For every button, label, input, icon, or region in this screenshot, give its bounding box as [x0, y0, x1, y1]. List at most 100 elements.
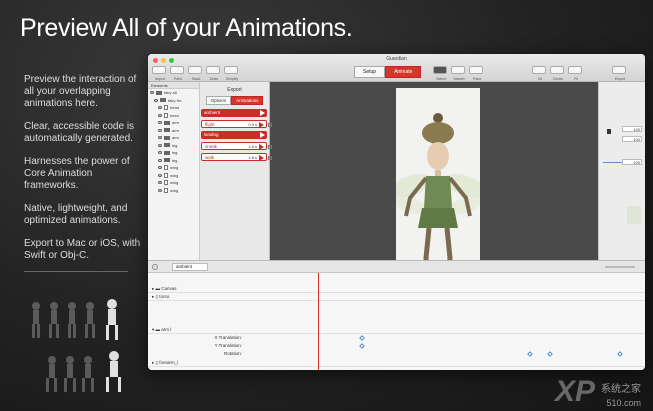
zoom-slider[interactable]	[605, 266, 635, 268]
eye-icon[interactable]	[158, 136, 162, 140]
element-row[interactable]: fairy all	[148, 89, 199, 97]
eye-icon[interactable]	[158, 151, 162, 155]
app-window: Guardian Import Paint Stack Draw Simplif…	[148, 54, 645, 370]
eye-icon[interactable]	[154, 98, 158, 102]
mode-segmented-control: Setup Animate	[354, 66, 422, 78]
play-icon[interactable]	[260, 110, 265, 116]
lock-icon[interactable]	[268, 123, 272, 127]
keyframe-icon[interactable]	[547, 351, 553, 357]
watermark-cn: 系统之家	[601, 384, 641, 395]
toolbar-right: Vd Center Fit Export	[532, 66, 626, 81]
lock-icon[interactable]	[268, 156, 272, 160]
eye-icon[interactable]	[158, 173, 162, 177]
select-tool-button[interactable]: Select	[433, 66, 447, 81]
animation-item[interactable]: walk 1.8 s	[201, 153, 272, 161]
eye-icon[interactable]	[158, 181, 162, 185]
element-row[interactable]: wing	[148, 179, 199, 187]
search-icon[interactable]	[152, 264, 158, 270]
document-icon	[164, 187, 168, 193]
animation-item[interactable]: flight 0.9 s	[201, 120, 272, 128]
timeline-panel: ambient ▸ ▬ Canvas ▸ ▯ torso ▾ ▬ arm l X…	[148, 260, 645, 370]
export-title: Export	[227, 87, 242, 93]
eye-icon[interactable]	[158, 113, 162, 117]
timeline-row[interactable]: ▾ ▬ arm l	[148, 326, 645, 334]
keyframe-icon[interactable]	[617, 351, 623, 357]
draw-button[interactable]: Draw	[206, 66, 220, 81]
export-tabs: Options Animations	[200, 96, 269, 105]
animation-item[interactable]: landing	[201, 131, 267, 139]
feature-item: Clear, accessible code is automatically …	[24, 121, 135, 144]
timeline-header: ambient	[148, 261, 645, 273]
tab-setup[interactable]: Setup	[354, 66, 386, 78]
toolbar-mid: Select Stretch Paint	[433, 66, 483, 81]
tab-animations[interactable]: Animations	[231, 96, 264, 105]
eye-icon[interactable]	[158, 166, 162, 170]
paint-button[interactable]: Paint	[170, 66, 184, 81]
lock-icon[interactable]	[268, 145, 272, 149]
play-icon[interactable]	[259, 122, 264, 128]
play-icon[interactable]	[259, 144, 264, 150]
tab-animate[interactable]: Animate	[385, 66, 422, 78]
eye-icon[interactable]	[158, 106, 162, 110]
headline: Preview All of your Animations.	[20, 14, 353, 42]
watermark-site: 510.com	[606, 398, 641, 408]
element-row[interactable]: arm	[148, 119, 199, 127]
document-icon	[164, 112, 168, 118]
playhead[interactable]	[318, 273, 319, 370]
property-label: X Translation:	[214, 335, 242, 340]
eye-icon[interactable]	[158, 158, 162, 162]
element-row[interactable]: wing	[148, 187, 199, 195]
folder-icon	[164, 135, 170, 140]
element-row[interactable]: wing	[148, 164, 199, 172]
slider-track[interactable]	[603, 162, 623, 163]
eye-icon[interactable]	[158, 188, 162, 192]
animation-item[interactable]: ambient	[201, 109, 267, 117]
eye-icon[interactable]	[158, 128, 162, 132]
keyframe-icon[interactable]	[359, 343, 365, 349]
animation-item[interactable]: sneak 1.8 s	[201, 142, 272, 150]
simplify-button[interactable]: Simplify	[224, 66, 238, 81]
document-icon	[164, 105, 168, 111]
play-icon[interactable]	[259, 155, 264, 161]
feature-list: Preview the interaction of all your over…	[24, 74, 142, 273]
element-row[interactable]: head	[148, 104, 199, 112]
keyframe-icon[interactable]	[527, 351, 533, 357]
vd-button[interactable]: Vd	[532, 66, 546, 81]
import-button[interactable]: Import	[152, 66, 166, 81]
window-title: Guardian	[386, 56, 407, 62]
timeline-row[interactable]: ▸ ▯ torso	[148, 293, 645, 301]
keyframe-icon[interactable]	[359, 335, 365, 341]
center-button[interactable]: Center	[550, 66, 564, 81]
element-row[interactable]: arm	[148, 134, 199, 142]
inspector-field[interactable]: 100	[622, 136, 642, 142]
thumbnail-image	[627, 206, 641, 224]
titlebar: Guardian Import Paint Stack Draw Simplif…	[148, 54, 645, 82]
element-row[interactable]: wing	[148, 172, 199, 180]
stack-button[interactable]: Stack	[188, 66, 202, 81]
inspector-field[interactable]: 100	[622, 159, 642, 165]
divider	[24, 271, 128, 272]
element-row[interactable]: fairy fro	[148, 97, 199, 105]
eye-icon[interactable]	[158, 121, 162, 125]
timeline-row[interactable]: ▸ ▬ Canvas	[148, 285, 645, 293]
element-row[interactable]: arm	[148, 127, 199, 135]
element-row[interactable]: leg	[148, 149, 199, 157]
document-icon	[164, 172, 168, 178]
play-icon[interactable]	[260, 132, 265, 138]
folder-icon	[164, 143, 170, 148]
lock-icon[interactable]	[607, 129, 611, 134]
animation-search-field[interactable]: ambient	[172, 263, 208, 271]
paint-tool-button[interactable]: Paint	[469, 66, 483, 81]
element-row[interactable]: leg	[148, 157, 199, 165]
element-row[interactable]: torso	[148, 112, 199, 120]
export-toolbar-button[interactable]: Export	[612, 66, 626, 81]
inspector-field[interactable]: 100	[622, 126, 642, 132]
timeline-row[interactable]: ▸ ▯ forearm_l	[148, 359, 645, 367]
fit-button[interactable]: Fit	[568, 66, 582, 81]
tab-options[interactable]: Options	[205, 96, 232, 105]
eye-icon[interactable]	[150, 91, 154, 95]
element-row[interactable]: leg	[148, 142, 199, 150]
stretch-tool-button[interactable]: Stretch	[451, 66, 465, 81]
eye-icon[interactable]	[158, 143, 162, 147]
toolbar-left: Import Paint Stack Draw Simplify	[152, 66, 238, 81]
